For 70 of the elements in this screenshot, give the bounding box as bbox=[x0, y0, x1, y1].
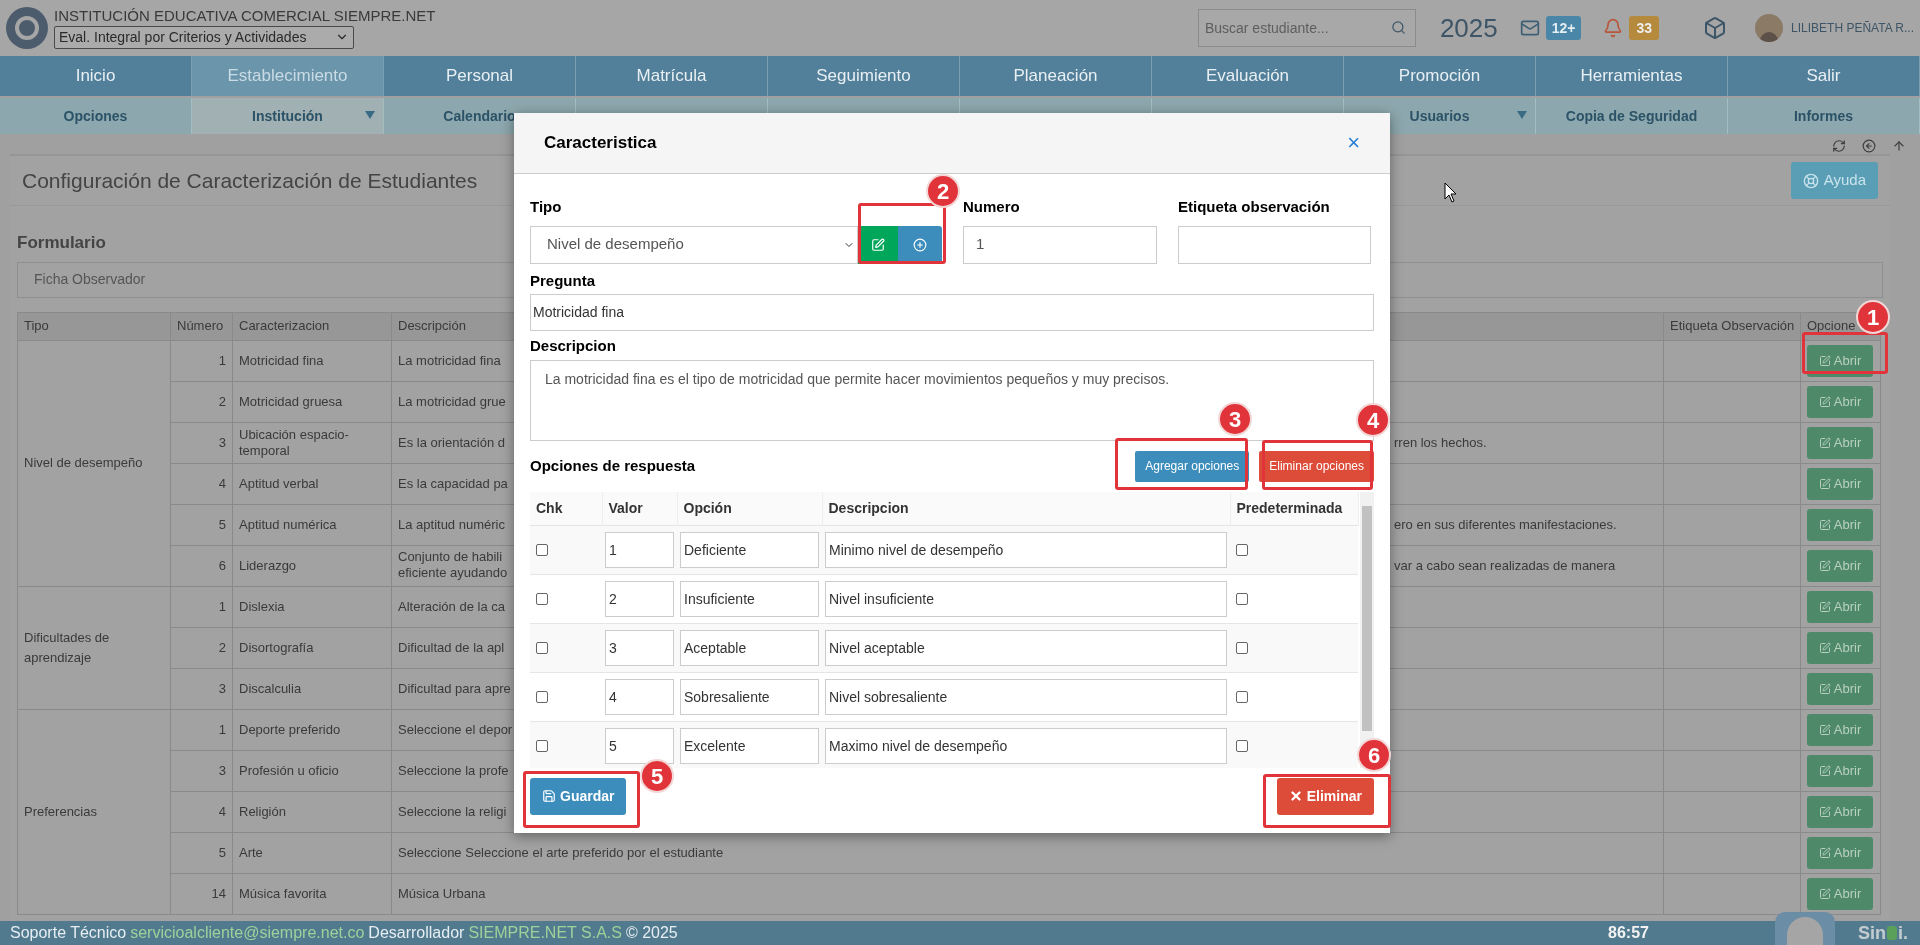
table-cell: Música Urbana bbox=[398, 885, 486, 902]
table-cell: 5 bbox=[170, 832, 233, 873]
table-cell: 4 bbox=[170, 791, 233, 832]
table-cell: 2 bbox=[170, 627, 233, 668]
table-cell: var a cabo sean realizadas de manera bbox=[1394, 557, 1616, 573]
table-cell: Dislexia bbox=[232, 586, 392, 627]
logo-text: Sin bbox=[1858, 921, 1886, 945]
table-cell: 3 bbox=[170, 668, 233, 709]
table-cell: Ubicación espacio-temporal bbox=[232, 422, 392, 463]
table-cell: Nivel de desempeño bbox=[17, 340, 171, 586]
table-cell: Seleccione el depor bbox=[398, 721, 513, 738]
table-cell: ero en sus diferentes manifestaciones. bbox=[1394, 516, 1617, 532]
table-cell: Alteración de la ca bbox=[398, 598, 505, 615]
table-cell: Seleccione la profe bbox=[398, 762, 509, 779]
table-cell: Dificultad de la apl bbox=[398, 639, 505, 656]
column-header: Etiqueta Observación bbox=[1663, 312, 1801, 340]
table-cell: 3 bbox=[170, 422, 233, 463]
message-count: 12+ bbox=[1545, 16, 1582, 40]
table-cell: Dificultad para apre bbox=[398, 680, 511, 697]
form-label: Formulario bbox=[17, 232, 106, 254]
year-label: 2025 bbox=[1439, 11, 1498, 45]
table-cell: Dificultades de aprendizaje bbox=[17, 586, 171, 709]
support-label: Soporte Técnico bbox=[10, 923, 127, 943]
page-title: Configuración de Caracterización de Estudiantes bbox=[22, 167, 478, 194]
table-cell: Motricidad fina bbox=[232, 340, 392, 381]
timer: 86:57 bbox=[1608, 923, 1649, 943]
table-cell: Motricidad gruesa bbox=[232, 381, 392, 422]
table-cell: Es la capacidad pa bbox=[398, 475, 508, 492]
table-cell: 14 bbox=[170, 873, 233, 914]
institution-name: INSTITUCIÓN EDUCATIVA COMERCIAL SIEMPRE.NET bbox=[54, 7, 436, 24]
logo-text: i. bbox=[1898, 921, 1909, 945]
table-cell: La aptitud numéric bbox=[398, 516, 505, 533]
column-header: Caracterizacion bbox=[232, 312, 392, 340]
table-cell: Profesión u oficio bbox=[232, 750, 392, 791]
table-cell: 1 bbox=[170, 586, 233, 627]
table-cell: Deporte preferido bbox=[232, 709, 392, 750]
table-cell: Seleccione la religi bbox=[398, 803, 507, 820]
table-cell: La motricidad fina bbox=[398, 352, 501, 369]
copyright: © 2025 bbox=[625, 923, 678, 943]
table-cell: Religión bbox=[232, 791, 392, 832]
table-cell: Aptitud numérica bbox=[232, 504, 392, 545]
table-cell: Preferencias bbox=[17, 709, 171, 914]
alert-count: 33 bbox=[1629, 16, 1660, 40]
field-label: Tipo bbox=[530, 197, 562, 217]
table-cell: 1 bbox=[170, 709, 233, 750]
table-cell: Disortografía bbox=[232, 627, 392, 668]
field-label: Numero bbox=[963, 197, 1020, 217]
table-cell: 6 bbox=[170, 545, 233, 586]
column-header: Tipo bbox=[17, 312, 171, 340]
table-cell: rren los hechos. bbox=[1394, 434, 1487, 450]
table-cell: La motricidad grue bbox=[398, 393, 506, 410]
table-cell: Discalculia bbox=[232, 668, 392, 709]
table-cell: Arte bbox=[232, 832, 392, 873]
table-cell: 2 bbox=[170, 381, 233, 422]
table-cell: Aptitud verbal bbox=[232, 463, 392, 504]
column-header: Número bbox=[170, 312, 233, 340]
table-cell: 3 bbox=[170, 750, 233, 791]
table-cell: Liderazgo bbox=[232, 545, 392, 586]
field-label: Pregunta bbox=[530, 270, 595, 291]
table-cell: 1 bbox=[170, 340, 233, 381]
table-cell: 4 bbox=[170, 463, 233, 504]
section-label: Opciones de respuesta bbox=[530, 455, 696, 476]
table-cell: Conjunto de habili eficiente ayudando bbox=[398, 548, 508, 581]
dialog-title: Caracteristica bbox=[544, 132, 657, 155]
table-cell: 5 bbox=[170, 504, 233, 545]
table-cell: Es la orientación d bbox=[398, 434, 505, 451]
developer-label: Desarrollador bbox=[368, 923, 465, 943]
field-label: Etiqueta observación bbox=[1178, 197, 1330, 217]
table-cell: Seleccione Seleccione el arte preferido por el estudiante bbox=[398, 844, 724, 861]
table-cell: Música favorita bbox=[232, 873, 392, 914]
